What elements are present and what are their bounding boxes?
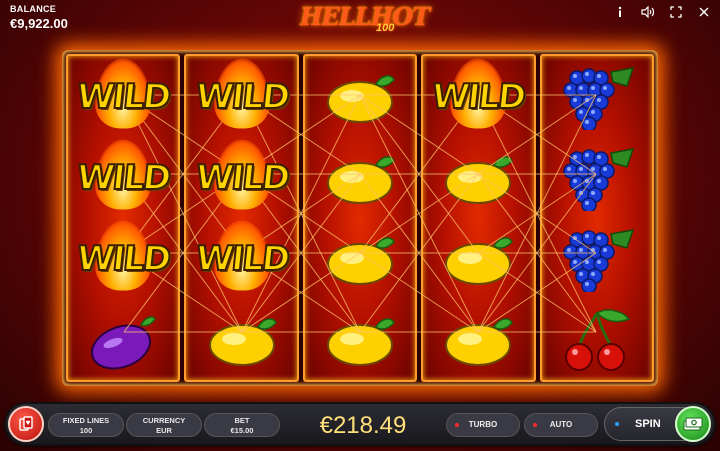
lemon-icon xyxy=(327,317,395,366)
wild-label: WILD xyxy=(192,76,290,118)
lemon-icon xyxy=(327,155,395,204)
symbol-wild: WILD xyxy=(68,137,178,218)
symbol-wild: WILD xyxy=(68,218,178,299)
spin-indicator xyxy=(615,422,619,426)
currency-value: EUR xyxy=(156,426,172,435)
balance-display: BALANCE €9,922.00 xyxy=(10,4,68,31)
symbol-plum xyxy=(68,299,178,380)
grapes-icon xyxy=(563,228,634,292)
symbol-grapes xyxy=(542,218,652,299)
symbol-wild: WILD xyxy=(186,218,296,299)
game-logo: HELLHOT 100 xyxy=(300,2,430,42)
cards-icon xyxy=(19,416,33,431)
bet-label: BET xyxy=(234,416,250,425)
fixed-lines-box: FIXED LINES 100 xyxy=(48,413,124,437)
spin-control[interactable]: SPIN xyxy=(604,406,711,442)
reel-area: WILD WILD WILD WILD WILD WILD WILD xyxy=(62,50,658,386)
auto-indicator xyxy=(533,423,537,427)
turbo-indicator xyxy=(455,423,459,427)
control-bar: FIXED LINES 100 CURRENCY EUR BET €15.00 … xyxy=(6,404,714,444)
symbol-wild: WILD xyxy=(186,56,296,137)
wild-label: WILD xyxy=(429,76,527,118)
plum-icon xyxy=(91,315,157,369)
symbol-grapes xyxy=(542,137,652,218)
sound-icon[interactable] xyxy=(640,4,656,20)
top-toolbar xyxy=(612,4,712,20)
symbol-lemon xyxy=(423,299,533,380)
wild-label: WILD xyxy=(192,157,290,199)
info-icon[interactable] xyxy=(612,4,628,20)
symbol-lemon xyxy=(305,299,415,380)
bet-value: €15.00 xyxy=(230,426,254,435)
balance-value: €9,922.00 xyxy=(10,16,68,31)
lemon-icon xyxy=(327,236,395,285)
fixed-lines-label: FIXED LINES xyxy=(62,416,110,425)
symbol-lemon xyxy=(305,218,415,299)
win-amount: €218.49 xyxy=(319,412,407,439)
symbol-wild: WILD xyxy=(423,56,533,137)
close-icon[interactable] xyxy=(696,4,712,20)
lemon-icon xyxy=(445,155,514,204)
turbo-button[interactable]: TURBO xyxy=(446,413,520,437)
lemon-icon xyxy=(208,317,277,366)
symbol-lemon xyxy=(186,299,296,380)
wild-label: WILD xyxy=(74,157,172,199)
symbol-lemon xyxy=(305,137,415,218)
symbol-lemon xyxy=(423,137,533,218)
symbol-wild: WILD xyxy=(68,56,178,137)
symbol-lemon xyxy=(305,56,415,137)
spin-button[interactable] xyxy=(675,406,711,442)
lemon-icon xyxy=(327,74,395,123)
cash-icon xyxy=(683,417,703,431)
logo-number: 100 xyxy=(376,22,395,34)
symbol-wild: WILD xyxy=(186,137,296,218)
reel-3 xyxy=(302,54,418,382)
game-screen: BALANCE €9,922.00 HELLHOT 100 WILD WILD WI… xyxy=(0,0,720,451)
fullscreen-icon[interactable] xyxy=(668,4,684,20)
reel-2: WILD WILD WILD xyxy=(184,54,299,382)
spin-label: SPIN xyxy=(635,418,661,430)
symbol-lemon xyxy=(423,218,533,299)
logo-name: HELLHOT xyxy=(300,2,430,31)
wild-label: WILD xyxy=(192,238,290,280)
currency-label: CURRENCY xyxy=(142,416,186,425)
auto-label: AUTO xyxy=(549,420,573,429)
grapes-icon xyxy=(563,147,634,211)
symbol-cherries xyxy=(542,299,652,380)
wild-label: WILD xyxy=(74,238,172,280)
currency-selector[interactable]: CURRENCY EUR xyxy=(126,413,202,437)
reel-5 xyxy=(539,54,655,382)
wild-label: WILD xyxy=(74,76,172,118)
balance-label: BALANCE xyxy=(10,4,57,14)
reel-4: WILD xyxy=(421,54,536,382)
lemon-icon xyxy=(445,236,514,285)
fixed-lines-value: 100 xyxy=(79,426,93,435)
turbo-label: TURBO xyxy=(468,420,498,429)
lemon-icon xyxy=(445,317,514,366)
auto-button[interactable]: AUTO xyxy=(524,413,598,437)
gamble-button[interactable] xyxy=(8,406,44,442)
bet-selector[interactable]: BET €15.00 xyxy=(204,413,280,437)
reel-1: WILD WILD WILD xyxy=(66,54,181,382)
cherries-icon xyxy=(564,308,631,371)
grapes-icon xyxy=(563,66,634,130)
symbol-grapes xyxy=(542,56,652,137)
